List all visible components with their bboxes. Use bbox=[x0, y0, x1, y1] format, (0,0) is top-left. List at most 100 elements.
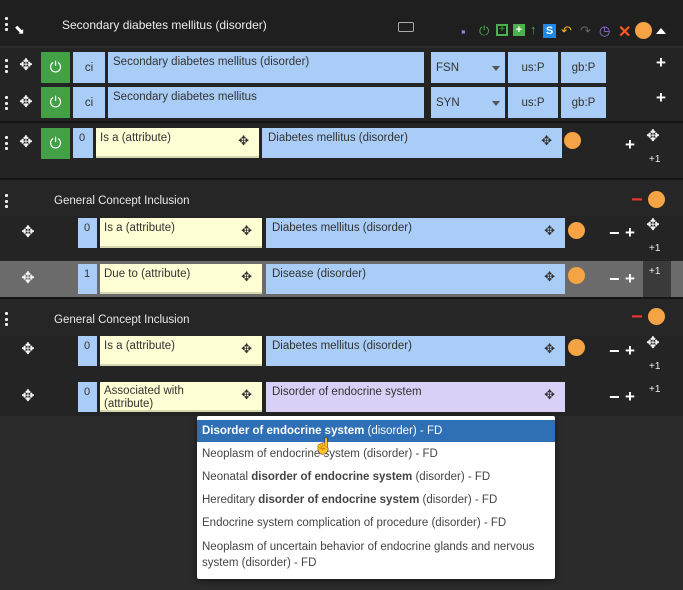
attribute-field[interactable]: Is a (attribute) ✥ bbox=[100, 336, 262, 366]
case-significance-field[interactable]: ci bbox=[73, 87, 105, 118]
attribute-field[interactable]: Associated with (attribute) ✥ bbox=[100, 382, 262, 412]
undo-icon[interactable]: ↶ bbox=[561, 24, 572, 38]
remove-attribute-button[interactable]: − bbox=[609, 270, 620, 288]
add-group-button[interactable]: +1 bbox=[649, 243, 660, 254]
add-attribute-button[interactable]: + bbox=[625, 388, 635, 405]
power-icon[interactable]: ⏻ bbox=[479, 24, 489, 38]
drag-handle-icon[interactable] bbox=[3, 17, 9, 31]
move-icon[interactable]: ✥ bbox=[20, 342, 36, 358]
move-icon[interactable]: ✥ bbox=[544, 388, 555, 401]
dropdown-item[interactable]: Hereditary disorder of endocrine system … bbox=[197, 488, 555, 511]
value-field[interactable]: Disease (disorder) ✥ bbox=[266, 264, 565, 294]
add-description-button[interactable]: + bbox=[656, 89, 666, 106]
type-select-value: FSN bbox=[436, 62, 459, 74]
redo-icon[interactable]: ↷ bbox=[580, 24, 591, 38]
description-row: ✥ ⏻ ci Secondary diabetes mellitus (diso… bbox=[0, 48, 683, 85]
attribute-field[interactable]: Is a (attribute) ✥ bbox=[96, 128, 259, 158]
group-number[interactable]: 0 bbox=[78, 336, 97, 366]
collapse-icon[interactable] bbox=[656, 28, 666, 34]
gci-label: General Concept Inclusion bbox=[54, 195, 190, 207]
move-icon[interactable]: ✥ bbox=[20, 389, 36, 405]
move-icon[interactable]: ✥ bbox=[645, 218, 661, 234]
group-number[interactable]: 1 bbox=[78, 264, 97, 294]
remove-gci-button[interactable]: − bbox=[631, 307, 643, 327]
dropdown-item[interactable]: Neoplasm of endocrine system (disorder) … bbox=[197, 442, 555, 465]
move-icon[interactable]: ✥ bbox=[241, 388, 252, 401]
attribute-label: Is a (attribute) bbox=[104, 340, 175, 352]
move-icon[interactable]: ✥ bbox=[544, 224, 555, 237]
promote-icon[interactable]: ↑ bbox=[530, 23, 537, 37]
move-icon[interactable]: ✥ bbox=[541, 134, 552, 147]
move-icon[interactable]: ✥ bbox=[544, 270, 555, 283]
drag-handle-icon[interactable] bbox=[3, 59, 9, 73]
move-icon[interactable]: ✥ bbox=[544, 342, 555, 355]
remove-gci-button[interactable]: − bbox=[631, 190, 643, 210]
close-icon[interactable]: ✕ bbox=[618, 22, 631, 42]
dropdown-item[interactable]: Disorder of endocrine system (disorder) … bbox=[197, 420, 555, 442]
group-number[interactable]: 0 bbox=[78, 382, 97, 412]
attribute-field[interactable]: Due to (attribute) ✥ bbox=[100, 264, 262, 294]
type-select[interactable]: FSN bbox=[431, 52, 505, 83]
dropdown-item[interactable]: Neonatal disorder of endocrine system (d… bbox=[197, 465, 555, 488]
export-icon[interactable]: ⬊ bbox=[14, 22, 25, 38]
drag-handle-icon[interactable] bbox=[3, 312, 9, 326]
add-attribute-button[interactable]: + bbox=[625, 224, 635, 241]
keyboard-icon[interactable] bbox=[398, 22, 414, 32]
case-significance-field[interactable]: ci bbox=[73, 52, 105, 83]
move-icon[interactable]: ✥ bbox=[241, 224, 252, 237]
group-number[interactable]: 0 bbox=[73, 128, 93, 158]
add-attribute-button[interactable]: + bbox=[625, 136, 635, 153]
move-icon[interactable]: ✥ bbox=[20, 271, 36, 287]
lang-gb-field[interactable]: gb:P bbox=[561, 52, 606, 83]
value-field[interactable]: Diabetes mellitus (disorder) ✥ bbox=[266, 336, 565, 366]
drag-handle-icon[interactable] bbox=[3, 194, 9, 208]
value-field[interactable]: Diabetes mellitus (disorder) ✥ bbox=[266, 218, 565, 248]
dropdown-item[interactable]: Endocrine system complication of procedu… bbox=[197, 511, 555, 534]
s-icon[interactable]: S bbox=[543, 24, 556, 38]
drag-handle-icon[interactable] bbox=[3, 136, 9, 150]
move-icon[interactable]: ✥ bbox=[20, 225, 36, 241]
dropdown-item[interactable]: Neoplasm of uncertain behavior of endocr… bbox=[197, 534, 555, 575]
lang-gb-field[interactable]: gb:P bbox=[561, 87, 606, 118]
lang-us-field[interactable]: us:P bbox=[508, 87, 558, 118]
value-field[interactable]: Disorder of endocrine system ✥ bbox=[266, 382, 565, 412]
remove-attribute-button[interactable]: − bbox=[609, 224, 620, 242]
history-icon[interactable]: ◷ bbox=[599, 24, 610, 38]
move-icon[interactable]: ✥ bbox=[18, 135, 34, 151]
term-field[interactable]: Secondary diabetes mellitus (disorder) bbox=[108, 52, 424, 83]
save-icon[interactable]: ▪ bbox=[461, 25, 466, 39]
status-circle-icon bbox=[635, 22, 652, 39]
move-icon[interactable]: ✥ bbox=[241, 270, 252, 283]
value-field[interactable]: Diabetes mellitus (disorder) ✥ bbox=[262, 128, 562, 158]
gci-label: General Concept Inclusion bbox=[54, 314, 190, 326]
attribute-label: Is a (attribute) bbox=[104, 222, 175, 234]
add-attribute-button[interactable]: + bbox=[625, 270, 635, 287]
add-group-button[interactable]: +1 bbox=[649, 361, 660, 372]
move-icon[interactable]: ✥ bbox=[645, 336, 661, 352]
remove-attribute-button[interactable]: − bbox=[609, 388, 620, 406]
add-group-button[interactable]: +1 bbox=[649, 266, 660, 277]
gci-header: General Concept Inclusion − bbox=[0, 180, 683, 218]
add-group-button[interactable]: +1 bbox=[649, 154, 660, 165]
remove-attribute-button[interactable]: − bbox=[609, 342, 620, 360]
move-icon[interactable]: ✥ bbox=[238, 134, 249, 147]
move-icon[interactable]: ✥ bbox=[241, 342, 252, 355]
type-select[interactable]: SYN bbox=[431, 87, 505, 118]
add-box-icon[interactable]: + bbox=[496, 24, 508, 36]
add-attribute-button[interactable]: + bbox=[625, 342, 635, 359]
status-circle-icon bbox=[564, 132, 581, 149]
group-number[interactable]: 0 bbox=[78, 218, 97, 248]
add-filled-icon[interactable]: + bbox=[513, 24, 525, 36]
active-toggle-button[interactable]: ⏻ bbox=[41, 128, 70, 159]
attribute-field[interactable]: Is a (attribute) ✥ bbox=[100, 218, 262, 248]
move-icon[interactable]: ✥ bbox=[18, 95, 34, 111]
move-icon[interactable]: ✥ bbox=[645, 129, 661, 145]
add-group-button[interactable]: +1 bbox=[649, 384, 660, 395]
lang-us-field[interactable]: us:P bbox=[508, 52, 558, 83]
add-description-button[interactable]: + bbox=[656, 54, 666, 71]
drag-handle-icon[interactable] bbox=[3, 96, 9, 110]
move-icon[interactable]: ✥ bbox=[18, 58, 34, 74]
active-toggle-button[interactable]: ⏻ bbox=[41, 52, 70, 83]
term-field[interactable]: Secondary diabetes mellitus bbox=[108, 87, 424, 118]
active-toggle-button[interactable]: ⏻ bbox=[41, 87, 70, 118]
